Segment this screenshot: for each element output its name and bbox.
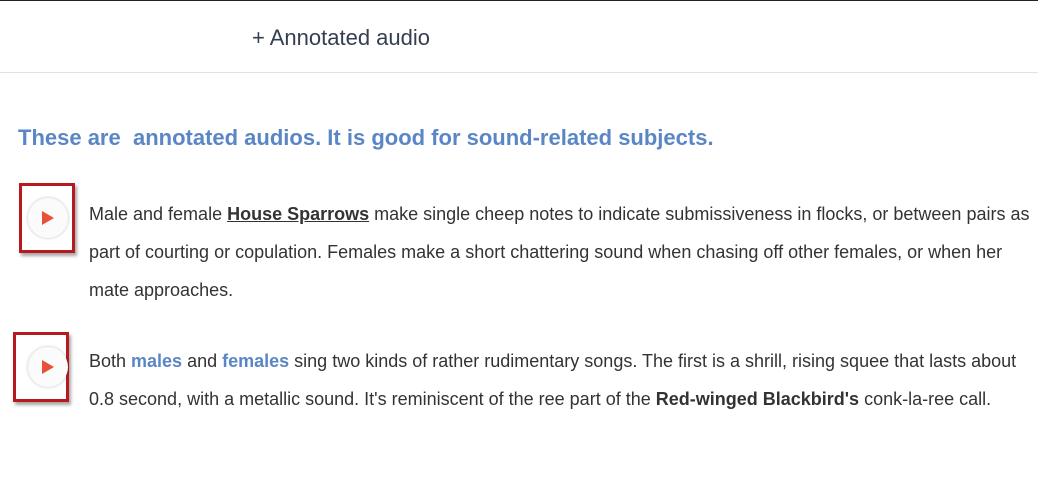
headline-text-2: annotated audios [132, 125, 316, 150]
header-bar: + Annotated audio [0, 1, 1038, 73]
description-text: Both [89, 351, 132, 371]
page-headline: These are annotated audios. It is good f… [18, 125, 714, 151]
play-highlight-frame [19, 183, 75, 253]
play-icon [42, 360, 54, 374]
headline-text-1: These are [18, 125, 133, 150]
headline-text-3: . It is good for sound-related subjects [315, 125, 708, 150]
house-sparrows-link[interactable]: House Sparrows [227, 204, 369, 224]
red-winged-blackbird-label: Red-winged Blackbird's [655, 389, 860, 409]
females-link[interactable]: females [222, 351, 289, 371]
description-text: and [182, 351, 223, 371]
description-text: conk-la-ree call. [859, 389, 992, 409]
audio-description: Male and female House Sparrows make sing… [89, 195, 1034, 309]
play-icon [42, 211, 54, 225]
males-link[interactable]: males [131, 351, 182, 371]
play-highlight-frame [13, 332, 69, 402]
play-button[interactable] [28, 198, 68, 238]
description-text: Male and female [89, 204, 228, 224]
headline-text-4: . [707, 125, 714, 150]
add-annotated-audio-link[interactable]: + Annotated audio [252, 25, 430, 51]
page: + Annotated audio These are annotated au… [0, 0, 1038, 491]
audio-description: Both males and females sing two kinds of… [89, 342, 1034, 418]
play-button[interactable] [28, 347, 68, 387]
